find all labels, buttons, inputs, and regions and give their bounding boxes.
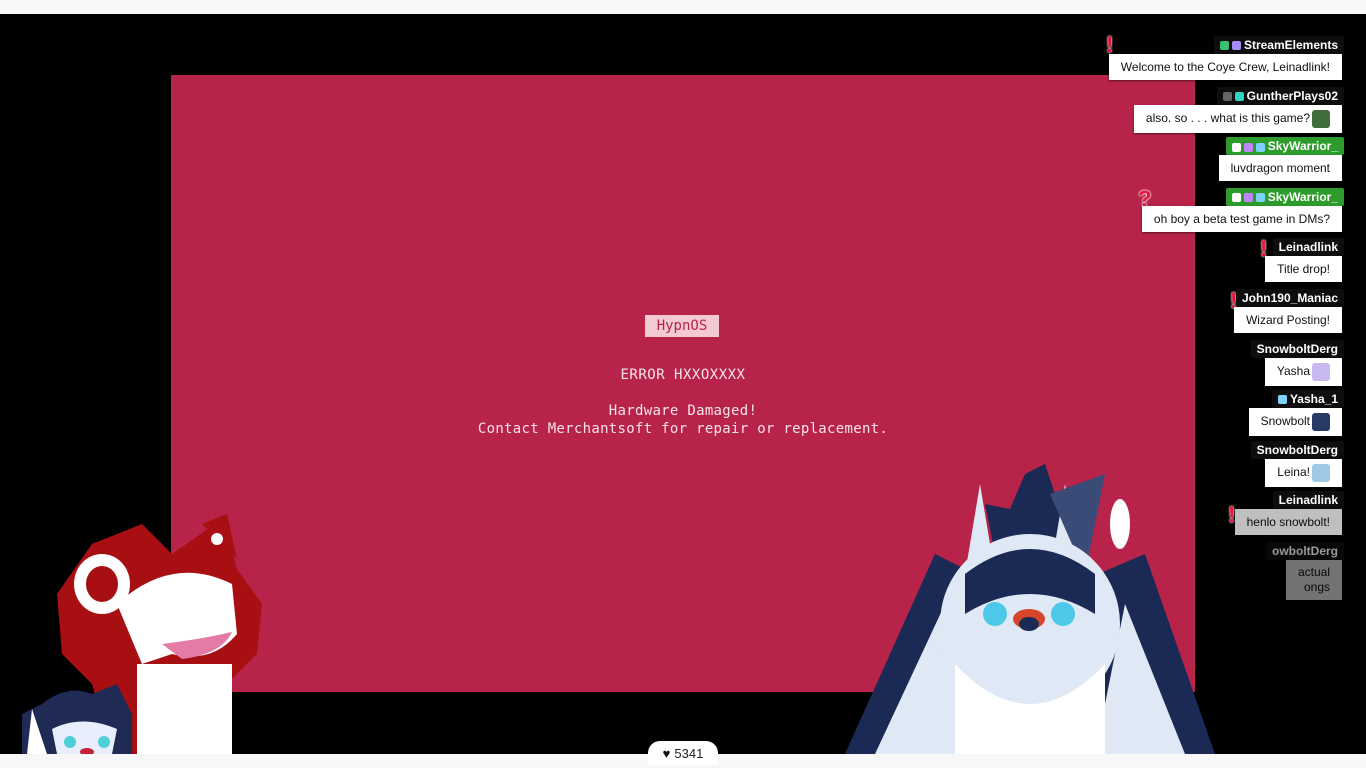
chat-text: Yasha	[1264, 357, 1342, 386]
chat-username: owboltDerg	[1266, 541, 1344, 560]
chat-text: luvdragon moment	[1218, 155, 1342, 182]
chat-username: John190_Maniac	[1235, 288, 1344, 307]
chat-text: Snowbolt	[1248, 408, 1342, 437]
stream-viewport: HypnOS ERROR HXXOXXXX Hardware Damaged! …	[0, 14, 1366, 754]
chat-username: Yasha_1	[1271, 390, 1344, 409]
chat-username: SkyWarrior_	[1225, 137, 1344, 156]
error-code: ERROR HXXOXXXX	[620, 367, 746, 383]
chat-overlay: StreamElements Welcome to the Coye Crew,…	[1100, 36, 1350, 600]
chat-text: Title drop!	[1265, 256, 1342, 283]
chat-text: Welcome to the Coye Crew, Leinadlink!	[1108, 54, 1342, 80]
chat-message: John190_Maniac Wizard Posting!	[1100, 288, 1350, 340]
badge-icon	[1277, 395, 1287, 405]
chat-text: also. so . . . what is this game?	[1133, 104, 1342, 133]
chat-message: Yasha_1 Snowbolt	[1100, 390, 1350, 441]
chat-text: oh boy a beta test game in DMs?	[1141, 205, 1342, 232]
chat-message: SkyWarrior_ luvdragon moment	[1100, 137, 1350, 188]
heart-count: 5341	[674, 746, 704, 761]
chat-message: Leinadlink henlo snowbolt!	[1100, 491, 1350, 542]
badge-icon	[1255, 193, 1265, 203]
left-vtuber-avatar	[22, 514, 262, 754]
chat-message: SnowboltDerg Yasha	[1100, 339, 1350, 391]
badge-icon	[1243, 193, 1253, 203]
chat-message: owboltDerg actual ongs	[1100, 541, 1350, 600]
avatar-emote-icon	[1312, 463, 1330, 482]
chat-username: GuntherPlays02	[1216, 86, 1344, 105]
chat-text: henlo snowbolt!	[1234, 509, 1342, 536]
chat-message: Leinadlink Title drop!	[1100, 238, 1350, 289]
heart-counter[interactable]: ♥ 5341	[648, 741, 718, 765]
chat-username: Leinadlink	[1272, 238, 1344, 257]
badge-icon	[1255, 142, 1265, 152]
chat-message: SkyWarrior_ oh boy a beta test game in D…	[1100, 187, 1350, 239]
badge-icon	[1219, 41, 1229, 51]
badge-icon	[1243, 142, 1253, 152]
avatar-emote-icon	[1312, 413, 1330, 432]
error-message-line2: Contact Merchantsoft for repair or repla…	[477, 421, 889, 437]
badge-icon	[1222, 91, 1232, 101]
chat-text: Leina!	[1265, 458, 1342, 487]
badge-icon	[1231, 142, 1241, 152]
heart-icon: ♥	[662, 746, 671, 761]
chat-username: StreamElements	[1213, 36, 1344, 54]
chat-username: SnowboltDerg	[1250, 339, 1344, 358]
error-message-line1: Hardware Damaged!	[608, 403, 758, 419]
chat-message: SnowboltDerg Leina!	[1100, 440, 1350, 492]
chat-message: StreamElements Welcome to the Coye Crew,…	[1100, 36, 1350, 87]
os-name-badge: HypnOS	[645, 315, 719, 337]
badge-icon	[1234, 91, 1244, 101]
avatar-emote-icon	[1312, 362, 1330, 381]
chat-username: SkyWarrior_	[1225, 187, 1344, 206]
dragon-emote-icon	[1312, 109, 1330, 128]
chat-username: SnowboltDerg	[1250, 440, 1344, 459]
badge-icon	[1231, 41, 1241, 51]
chat-text: Wizard Posting!	[1233, 306, 1342, 333]
badge-icon	[1231, 193, 1241, 203]
chat-text: actual ongs	[1285, 559, 1342, 600]
chat-message: GuntherPlays02 also. so . . . what is th…	[1100, 86, 1350, 138]
top-bar	[0, 0, 1366, 14]
chat-username: Leinadlink	[1272, 491, 1344, 510]
